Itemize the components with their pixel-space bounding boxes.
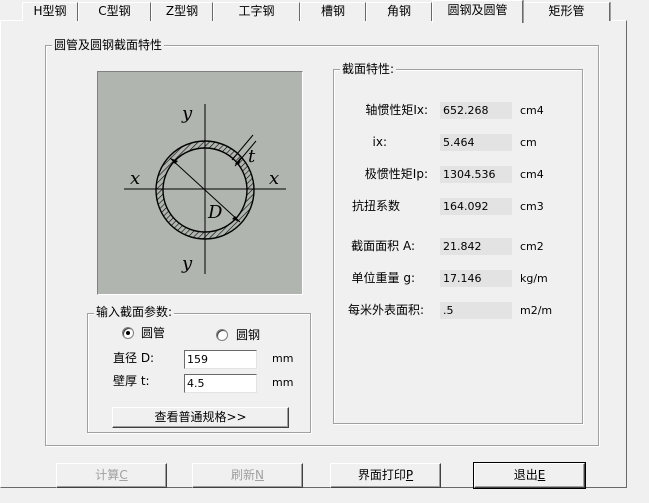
prop-value-ix-radius: 5.464	[440, 134, 512, 151]
diameter-input[interactable]	[184, 350, 257, 369]
calculate-button-label: 计算	[95, 468, 120, 482]
prop-unit-ix-radius: cm	[520, 136, 537, 149]
axis-label-y-bottom: y	[181, 253, 193, 274]
prop-unit-surface-area: m2/m	[520, 304, 553, 317]
exit-button-label: 退出	[513, 468, 538, 482]
calculate-button[interactable]: 计算C	[56, 463, 167, 488]
refresh-button-hotkey: N	[255, 468, 264, 482]
calculate-button-hotkey: C	[119, 468, 128, 482]
radio-solid-bar-label[interactable]: 圆钢	[236, 327, 260, 343]
radio-tube-label[interactable]: 圆管	[141, 325, 165, 341]
dimension-label-d: D	[207, 202, 223, 223]
refresh-button[interactable]: 刷新N	[192, 463, 303, 488]
input-parameters-group-title: 输入截面参数:	[94, 305, 175, 319]
prop-unit-unit-weight: kg/m	[520, 272, 548, 285]
print-screen-button-hotkey: P	[405, 468, 414, 482]
section-properties-group-title: 圆管及圆钢截面特性	[52, 38, 165, 52]
prop-label-unit-weight: 单位重量 g:	[351, 271, 415, 285]
prop-label-torsion-modulus: 抗扭系数	[351, 199, 400, 213]
radio-tube[interactable]	[122, 327, 134, 339]
prop-label-polar-inertia: 极惯性矩Ip:	[364, 167, 428, 181]
exit-button[interactable]: 退出E	[473, 462, 586, 489]
thickness-input[interactable]	[184, 374, 257, 393]
prop-unit-torsion-modulus: cm3	[520, 200, 544, 213]
axis-label-y-top: y	[181, 103, 193, 124]
prop-label-ix-radius: ix:	[372, 135, 387, 149]
thickness-label: 壁厚 t:	[113, 374, 150, 388]
tab-round-steel-tube[interactable]: 圆钢及圆管	[432, 0, 523, 23]
prop-label-surface-area: 每米外表面积:	[347, 303, 424, 317]
diameter-label: 直径 D:	[113, 351, 155, 365]
exit-button-hotkey: E	[537, 468, 546, 482]
section-properties-output-group-title: 截面特性:	[340, 62, 397, 76]
tab-h-steel[interactable]: H型钢	[22, 2, 78, 21]
axis-label-x-left: x	[130, 168, 140, 189]
prop-label-ix-inertia: 轴惯性矩Ix:	[365, 103, 428, 117]
tab-i-beam[interactable]: 工字钢	[213, 2, 300, 21]
thickness-unit: mm	[272, 376, 294, 389]
radio-solid-bar[interactable]	[216, 329, 228, 341]
tab-channel-steel[interactable]: 槽钢	[300, 2, 366, 21]
prop-unit-polar-inertia: cm4	[520, 168, 544, 181]
tab-angle-steel[interactable]: 角钢	[366, 2, 432, 21]
tab-c-steel[interactable]: C型钢	[78, 2, 151, 21]
refresh-button-label: 刷新	[231, 468, 256, 482]
prop-unit-area: cm2	[520, 240, 544, 253]
prop-value-surface-area: .5	[440, 302, 512, 319]
view-standard-specs-button[interactable]: 查看普通规格>>	[112, 407, 289, 428]
prop-value-torsion-modulus: 164.092	[440, 198, 512, 215]
prop-value-area: 21.842	[440, 238, 512, 255]
prop-value-polar-inertia: 1304.536	[440, 166, 512, 183]
print-screen-button[interactable]: 界面打印P	[330, 463, 441, 488]
prop-label-area: 截面面积 A:	[351, 239, 415, 253]
tube-cross-section-drawing: y y x x t D	[124, 103, 286, 274]
axis-label-x-right: x	[269, 168, 279, 189]
prop-unit-ix-inertia: cm4	[520, 104, 544, 117]
prop-value-ix-inertia: 652.268	[440, 102, 512, 119]
prop-value-unit-weight: 17.146	[440, 270, 512, 287]
tab-z-steel[interactable]: Z型钢	[151, 2, 213, 21]
print-screen-button-label: 界面打印	[357, 468, 406, 482]
dimension-label-t: t	[248, 146, 256, 167]
diameter-unit: mm	[272, 352, 294, 365]
tab-rectangular-tube[interactable]: 矩形管	[523, 2, 610, 21]
cross-section-figure: y y x x t D	[97, 71, 303, 295]
